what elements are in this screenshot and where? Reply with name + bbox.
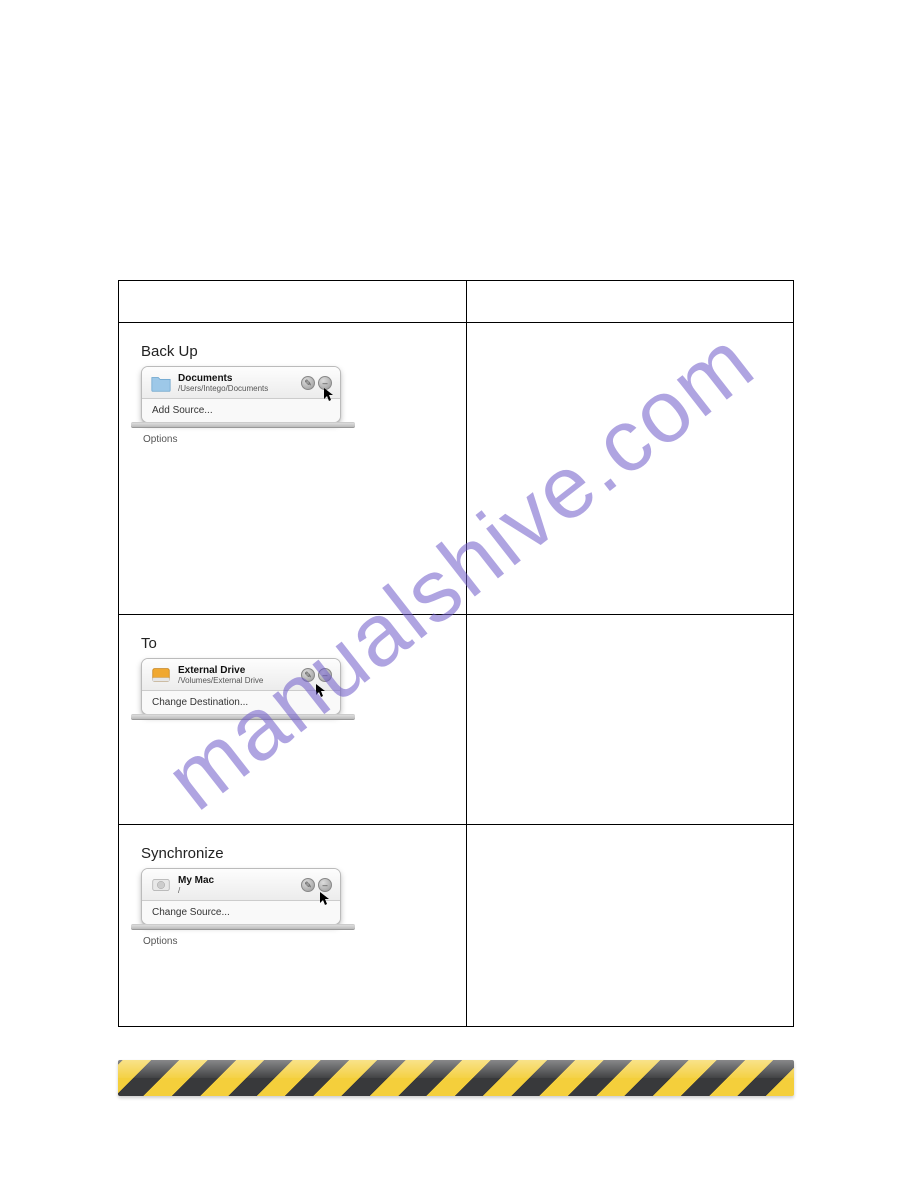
shelf xyxy=(131,714,355,720)
to-title: To xyxy=(141,635,446,652)
cell-to-right xyxy=(466,615,793,825)
edit-icon[interactable]: ✎ xyxy=(301,668,315,682)
remove-icon[interactable]: – xyxy=(318,376,332,390)
cell-backup-left: Back Up Documents /Users/Intego/Document… xyxy=(119,323,467,615)
backup-card: Documents /Users/Intego/Documents ✎ – Ad… xyxy=(141,366,341,423)
sync-change-source[interactable]: Change Source... xyxy=(142,901,340,924)
cell-sync-right xyxy=(466,825,793,1027)
to-change-destination[interactable]: Change Destination... xyxy=(142,691,340,714)
backup-options[interactable]: Options xyxy=(143,434,446,445)
footer-stripes xyxy=(118,1060,794,1096)
sync-item-name: My Mac xyxy=(178,875,301,886)
to-item-name: External Drive xyxy=(178,665,301,676)
sync-options[interactable]: Options xyxy=(143,936,446,947)
backup-source-row[interactable]: Documents /Users/Intego/Documents ✎ – xyxy=(142,367,340,399)
shelf xyxy=(131,422,355,428)
to-item-path: /Volumes/External Drive xyxy=(178,676,301,685)
edit-icon[interactable]: ✎ xyxy=(301,376,315,390)
folder-icon xyxy=(150,372,172,394)
remove-icon[interactable]: – xyxy=(318,878,332,892)
to-card: External Drive /Volumes/External Drive ✎… xyxy=(141,658,341,715)
sync-card: My Mac / ✎ – Change Source... xyxy=(141,868,341,925)
remove-icon[interactable]: – xyxy=(318,668,332,682)
to-destination-row[interactable]: External Drive /Volumes/External Drive ✎… xyxy=(142,659,340,691)
sync-item-path: / xyxy=(178,886,301,895)
external-drive-icon xyxy=(150,664,172,686)
edit-icon[interactable]: ✎ xyxy=(301,878,315,892)
cell-header-right xyxy=(466,281,793,323)
sync-title: Synchronize xyxy=(141,845,446,862)
backup-item-path: /Users/Intego/Documents xyxy=(178,384,301,393)
internal-drive-icon xyxy=(150,874,172,896)
content-table: Back Up Documents /Users/Intego/Document… xyxy=(118,280,794,1027)
cell-backup-right xyxy=(466,323,793,615)
backup-add-source[interactable]: Add Source... xyxy=(142,399,340,422)
cell-sync-left: Synchronize My Mac / xyxy=(119,825,467,1027)
shelf xyxy=(131,924,355,930)
backup-item-name: Documents xyxy=(178,373,301,384)
sync-source-row[interactable]: My Mac / ✎ – xyxy=(142,869,340,901)
cell-to-left: To External Drive /Volumes/External Driv… xyxy=(119,615,467,825)
backup-title: Back Up xyxy=(141,343,446,360)
cell-header-left xyxy=(119,281,467,323)
